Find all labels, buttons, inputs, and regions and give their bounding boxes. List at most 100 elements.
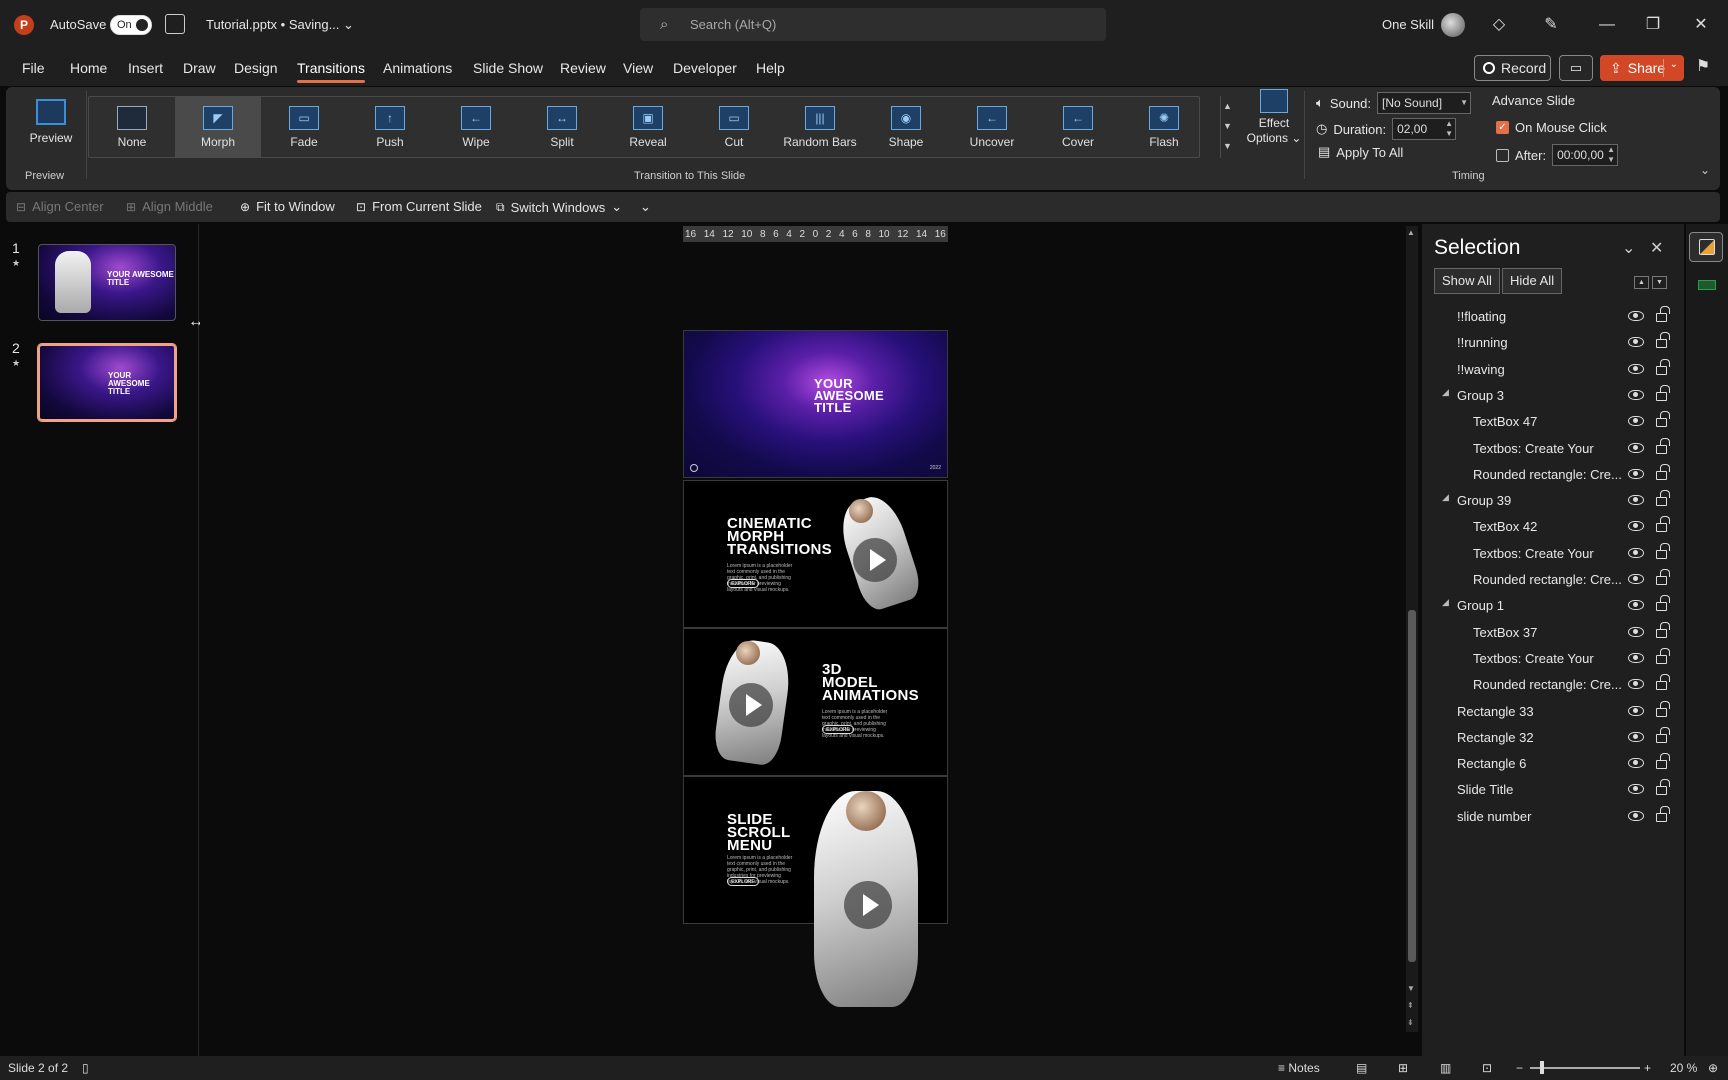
selection-item[interactable]: !!running	[1422, 330, 1684, 354]
expand-triangle-icon[interactable]: ◢	[1442, 387, 1449, 398]
explore-button[interactable]: EXPLORE	[822, 725, 854, 734]
designer-icon[interactable]	[1689, 270, 1723, 300]
unlock-icon[interactable]	[1656, 411, 1670, 428]
unlock-icon[interactable]	[1656, 306, 1670, 322]
chevron-down-icon[interactable]: ▼	[1460, 98, 1468, 108]
visibility-eye-icon[interactable]	[1628, 574, 1644, 584]
slide-title[interactable]: YOUR AWESOME TITLE	[814, 377, 884, 414]
selection-item[interactable]: Rounded rectangle: Cre...	[1422, 567, 1684, 591]
chevron-down-icon[interactable]: ▼	[1407, 984, 1415, 993]
gallery-scroll[interactable]: ▲ ▼ ▼	[1220, 96, 1234, 158]
tab-draw[interactable]: Draw	[183, 60, 216, 76]
unlock-icon[interactable]	[1656, 358, 1670, 375]
slide-panel-title[interactable]: YOUR AWESOME TITLE 2022	[683, 330, 948, 478]
slideshow-view-icon[interactable]: ⊡	[1482, 1061, 1492, 1075]
selection-item[interactable]: slide number	[1422, 804, 1684, 828]
checkbox-checked-icon[interactable]: ✓	[1496, 121, 1509, 134]
spinner-icon[interactable]: ▲ ▼	[1607, 145, 1615, 165]
zoom-in-button[interactable]: +	[1644, 1061, 1651, 1075]
unlock-icon[interactable]	[1656, 674, 1670, 691]
explore-button[interactable]: EXPLORE	[727, 579, 759, 588]
expand-triangle-icon[interactable]: ◢	[1442, 597, 1449, 608]
document-filename[interactable]: Tutorial.pptx • Saving... ⌄	[206, 17, 354, 33]
unlock-icon[interactable]	[1656, 595, 1670, 612]
zoom-slider-thumb[interactable]	[1540, 1061, 1544, 1074]
selection-item[interactable]: ◢ Group 39	[1422, 488, 1684, 512]
visibility-eye-icon[interactable]	[1628, 731, 1644, 742]
play-icon[interactable]	[729, 683, 773, 727]
expand-triangle-icon[interactable]: ◢	[1442, 492, 1449, 503]
visibility-eye-icon[interactable]	[1628, 784, 1644, 795]
search-box[interactable]: ⌕ Search (Alt+Q)	[640, 8, 1106, 41]
visibility-eye-icon[interactable]	[1628, 626, 1644, 637]
visibility-eye-icon[interactable]	[1628, 705, 1644, 716]
unlock-icon[interactable]	[1656, 332, 1670, 349]
collapse-ribbon-icon[interactable]: ⌄	[1700, 163, 1710, 177]
user-name[interactable]: One Skill	[1382, 17, 1434, 32]
fit-slide-icon[interactable]: ⊕	[1708, 1061, 1718, 1075]
scrollbar-thumb[interactable]	[1408, 610, 1416, 962]
transition-wipe[interactable]: ← Wipe	[433, 97, 519, 157]
unlock-icon[interactable]	[1656, 726, 1670, 743]
selection-item[interactable]: Rectangle 33	[1422, 699, 1684, 723]
visibility-eye-icon[interactable]	[1628, 468, 1644, 479]
zoom-out-button[interactable]: −	[1516, 1061, 1523, 1075]
zoom-slider[interactable]	[1530, 1067, 1640, 1069]
tab-animations[interactable]: Animations	[383, 60, 452, 76]
duration-input[interactable]: 02,00 ▲ ▼	[1392, 118, 1457, 140]
tab-design[interactable]: Design	[234, 60, 278, 76]
restore-icon[interactable]: ❐	[1642, 14, 1664, 36]
gallery-expand-icon[interactable]: ▼	[1221, 136, 1234, 156]
selection-item[interactable]: Rectangle 32	[1422, 725, 1684, 749]
effect-options-button[interactable]: Effect Options ⌄	[1244, 89, 1304, 159]
unlock-icon[interactable]	[1656, 463, 1670, 480]
record-button[interactable]: Record	[1474, 55, 1551, 81]
selection-item[interactable]: !!waving	[1422, 357, 1684, 381]
transition-flash[interactable]: ✺ Flash	[1121, 97, 1207, 157]
selection-item[interactable]: !!floating	[1422, 304, 1684, 328]
avatar[interactable]	[1441, 13, 1465, 37]
minimize-icon[interactable]: —	[1596, 14, 1618, 36]
visibility-eye-icon[interactable]	[1628, 363, 1644, 374]
tab-view[interactable]: View	[623, 60, 653, 76]
slide-panel-3d[interactable]: 3D MODEL ANIMATIONS Lorem ipsum is a place…	[683, 628, 948, 776]
hide-all-button[interactable]: Hide All	[1502, 268, 1563, 294]
visibility-eye-icon[interactable]	[1628, 679, 1644, 690]
selection-item[interactable]: Rectangle 6	[1422, 751, 1684, 775]
unlock-icon[interactable]	[1656, 779, 1670, 796]
play-icon[interactable]	[853, 538, 897, 582]
transition-cover[interactable]: ← Cover	[1035, 97, 1121, 157]
fit-to-window-button[interactable]: ⊕ Fit to Window	[240, 199, 335, 214]
visibility-eye-icon[interactable]	[1628, 311, 1644, 321]
transition-uncover[interactable]: ← Uncover	[949, 97, 1035, 157]
share-button[interactable]: ⇪ Share ⌄	[1600, 55, 1684, 81]
align-middle-button[interactable]: ⊞ Align Middle	[126, 199, 213, 214]
selection-item[interactable]: Rounded rectangle: Cre...	[1422, 462, 1684, 486]
close-icon[interactable]: ✕	[1690, 14, 1712, 36]
selection-pane-toggle-icon[interactable]	[1689, 232, 1723, 262]
panel-title[interactable]: 3D MODEL ANIMATIONS	[822, 662, 919, 703]
tab-transitions[interactable]: Transitions	[297, 60, 365, 83]
unlock-icon[interactable]	[1656, 384, 1670, 401]
from-current-slide-button[interactable]: ⊡ From Current Slide	[356, 199, 482, 214]
autosave-toggle[interactable]: On	[110, 15, 152, 35]
transition-split[interactable]: ↔ Split	[519, 97, 605, 157]
pen-icon[interactable]: ✎	[1540, 14, 1562, 36]
zoom-level[interactable]: 20 %	[1670, 1061, 1697, 1075]
apply-all-button[interactable]: ▤ Apply To All	[1318, 144, 1403, 160]
chevron-down-icon[interactable]: ⌄	[1622, 238, 1635, 258]
panel-title[interactable]: SLIDE SCROLL MENU	[727, 812, 790, 853]
slide-sorter-icon[interactable]: ⊞	[1398, 1061, 1408, 1075]
diamond-icon[interactable]: ◇	[1488, 14, 1510, 36]
send-backward-icon[interactable]: ▼	[1652, 276, 1667, 289]
unlock-icon[interactable]	[1656, 753, 1670, 770]
transition-morph[interactable]: ◤ Morph	[175, 97, 261, 157]
chevron-down-icon[interactable]: ⌄	[1670, 59, 1678, 70]
tab-help[interactable]: Help	[756, 60, 785, 76]
after-checkbox[interactable]	[1496, 148, 1509, 162]
transition-none[interactable]: None	[89, 97, 175, 157]
unlock-icon[interactable]	[1656, 516, 1670, 533]
normal-view-icon[interactable]: ▤	[1356, 1061, 1367, 1075]
comments-button[interactable]: ▭	[1559, 55, 1593, 81]
align-center-button[interactable]: ⊟ Align Center	[16, 199, 104, 214]
